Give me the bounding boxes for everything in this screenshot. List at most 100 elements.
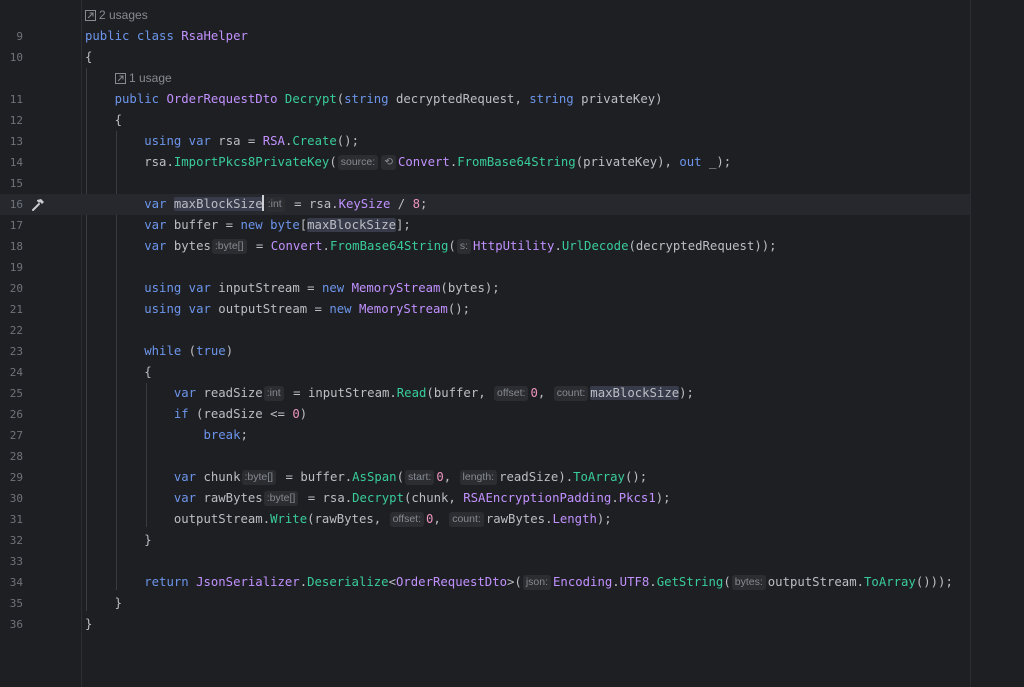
code-text[interactable]: } <box>85 593 122 614</box>
parameter-hint: count: <box>449 512 484 527</box>
line-number: 13 <box>9 135 23 148</box>
line-number: 29 <box>9 471 23 484</box>
code-line: 20 using var inputStream = new MemoryStr… <box>0 278 970 299</box>
code-line: 25 var readSize:int = inputStream.Read(b… <box>0 383 970 404</box>
code-line: 32 } <box>0 530 970 551</box>
line-number: 26 <box>9 408 23 421</box>
code-line: 9 public class RsaHelper <box>0 26 970 47</box>
code-line: 30 var rawBytes:byte[] = rsa.Decrypt(chu… <box>0 488 970 509</box>
code-line: 23 while (true) <box>0 341 970 362</box>
code-text[interactable]: outputStream.Write(rawBytes, offset: 0, c… <box>85 509 612 530</box>
code-text[interactable]: { <box>85 47 92 68</box>
code-text[interactable]: break; <box>85 425 247 446</box>
code-line: 24 { <box>0 362 970 383</box>
code-line: 11 public OrderRequestDto Decrypt(string… <box>0 89 970 110</box>
parameter-hint: start: <box>404 470 435 485</box>
parameter-hint: count: <box>553 386 589 401</box>
line-number: 30 <box>9 492 23 505</box>
code-text[interactable]: rsa.ImportPkcs8PrivateKey(source: ⟲ Conver… <box>85 152 731 173</box>
code-line: 29 var chunk:byte[] = buffer.AsSpan(star… <box>0 467 970 488</box>
code-line: 33 <box>0 551 970 572</box>
parameter-hint: offset: <box>389 512 424 527</box>
line-number: 33 <box>9 555 23 568</box>
line-number: 35 <box>9 597 23 610</box>
usages-icon <box>85 10 96 21</box>
code-text[interactable]: var bytes:byte[] = Convert.FromBase64Str… <box>85 236 777 257</box>
line-number: 10 <box>9 51 23 64</box>
code-line: 22 <box>0 320 970 341</box>
code-line: 21 using var outputStream = new MemorySt… <box>0 299 970 320</box>
code-text[interactable]: public class RsaHelper <box>85 26 248 47</box>
parameter-hint: source: <box>337 155 379 170</box>
line-number: 22 <box>9 324 23 337</box>
code-line: 19 <box>0 257 970 278</box>
code-text[interactable]: } <box>85 614 92 635</box>
line-number: 18 <box>9 240 23 253</box>
line-number: 19 <box>9 261 23 274</box>
parameter-hint: json: <box>522 575 552 590</box>
parameter-hint: length: <box>459 470 498 485</box>
code-text[interactable]: while (true) <box>85 341 233 362</box>
code-line: 34 return JsonSerializer.Deserialize<Ord… <box>0 572 970 593</box>
code-line: 13 using var rsa = RSA.Create(); <box>0 131 970 152</box>
line-number: 21 <box>9 303 23 316</box>
code-line: 36 } <box>0 614 970 635</box>
code-line-active: 16 var maxBlockSize:int = rsa.KeySize / … <box>0 194 970 215</box>
code-text[interactable]: using var inputStream = new MemoryStream… <box>85 278 499 299</box>
code-text[interactable]: var maxBlockSize:int = rsa.KeySize / 8; <box>85 194 427 215</box>
code-text[interactable]: { <box>85 362 151 383</box>
line-number: 20 <box>9 282 23 295</box>
code-text[interactable]: var buffer = new byte[maxBlockSize]; <box>85 215 411 236</box>
code-line: 12 { <box>0 110 970 131</box>
code-text[interactable]: var chunk:byte[] = buffer.AsSpan(start: 0… <box>85 467 647 488</box>
code-text[interactable]: using var rsa = RSA.Create(); <box>85 131 359 152</box>
parameter-hint: s: <box>456 239 471 254</box>
code-line: 17 var buffer = new byte[maxBlockSize]; <box>0 215 970 236</box>
line-number: 31 <box>9 513 23 526</box>
code-text[interactable]: return JsonSerializer.Deserialize<OrderR… <box>85 572 953 593</box>
line-number: 16 <box>9 198 23 211</box>
method-usages-lens[interactable]: 1 usage <box>115 68 172 89</box>
parameter-hint: bytes: <box>731 575 766 590</box>
code-text[interactable]: using var outputStream = new MemoryStrea… <box>85 299 470 320</box>
code-line: 18 var bytes:byte[] = Convert.FromBase64… <box>0 236 970 257</box>
type-hint: :byte[] <box>263 491 299 506</box>
code-text[interactable]: var rawBytes:byte[] = rsa.Decrypt(chunk,… <box>85 488 671 509</box>
code-line: 27 break; <box>0 425 970 446</box>
code-line: 35 } <box>0 593 970 614</box>
line-number: 36 <box>9 618 23 631</box>
line-number: 9 <box>16 30 23 43</box>
line-number: 17 <box>9 219 23 232</box>
code-text[interactable]: var readSize:int = inputStream.Read(buff… <box>85 383 694 404</box>
code-text[interactable]: { <box>85 110 122 131</box>
code-line: 26 if (readSize <= 0) <box>0 404 970 425</box>
class-usages-lens[interactable]: 2 usages <box>85 5 148 26</box>
line-number: 27 <box>9 429 23 442</box>
line-number: 24 <box>9 366 23 379</box>
code-text[interactable]: if (readSize <= 0) <box>85 404 307 425</box>
method-usages-text: 1 usage <box>129 71 172 85</box>
type-hint: :int <box>264 197 285 212</box>
line-number: 32 <box>9 534 23 547</box>
line-number: 23 <box>9 345 23 358</box>
conversion-hint-icon: ⟲ <box>381 155 396 170</box>
code-line: 31 outputStream.Write(rawBytes, offset: 0… <box>0 509 970 530</box>
right-margin-guide <box>970 0 971 687</box>
line-number: 11 <box>9 93 23 106</box>
usages-icon <box>115 73 126 84</box>
line-number: 15 <box>9 177 23 190</box>
code-text[interactable]: } <box>85 530 151 551</box>
code-line: 15 <box>0 173 970 194</box>
type-hint: :int <box>263 386 284 401</box>
type-hint: :byte[] <box>211 239 247 254</box>
hammer-icon[interactable] <box>30 197 46 213</box>
code-line: 14 rsa.ImportPkcs8PrivateKey(source: ⟲ Con… <box>0 152 970 173</box>
code-text[interactable]: public OrderRequestDto Decrypt(string de… <box>85 89 663 110</box>
text-cursor <box>261 195 264 211</box>
parameter-hint: offset: <box>494 386 529 401</box>
line-number: 25 <box>9 387 23 400</box>
code-line: 28 <box>0 446 970 467</box>
line-number: 12 <box>9 114 23 127</box>
line-number: 34 <box>9 576 23 589</box>
class-usages-text: 2 usages <box>99 8 148 22</box>
